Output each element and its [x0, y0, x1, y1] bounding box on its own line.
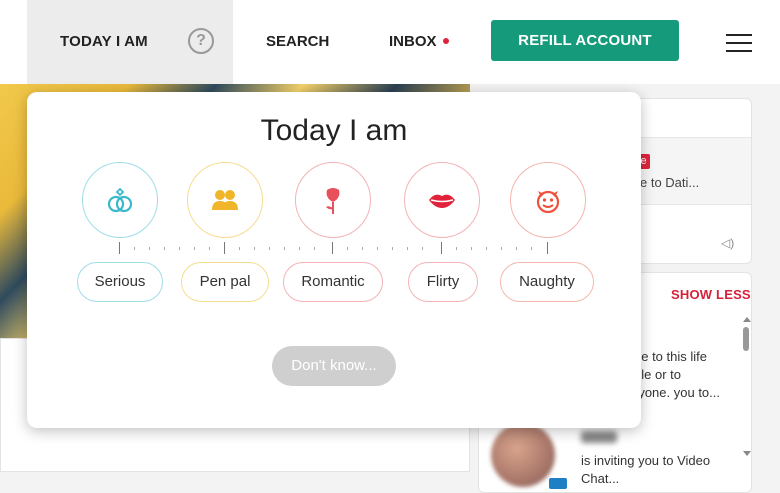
mood-naughty-button[interactable]: Naughty: [500, 262, 594, 302]
mood-serious-button[interactable]: Serious: [77, 262, 163, 302]
scale-minor-tick: [516, 247, 517, 250]
scale-minor-tick: [149, 247, 150, 250]
scale-major-tick: [547, 242, 548, 254]
nav-inbox-link[interactable]: INBOX: [389, 33, 437, 50]
refill-account-button[interactable]: REFILL ACCOUNT: [491, 20, 679, 61]
nav-today-i-am-label: TODAY I AM: [60, 33, 148, 50]
scale-minor-tick: [269, 247, 270, 250]
scale-minor-tick: [134, 247, 135, 250]
devil-icon: [536, 190, 560, 214]
scale-minor-tick: [392, 247, 393, 250]
lips-icon: [429, 194, 455, 208]
speaker-icon[interactable]: ◁): [721, 236, 734, 250]
notification-snippet: e to Dati...: [640, 175, 700, 190]
avatar[interactable]: [491, 423, 555, 487]
scroll-down-arrow-icon[interactable]: [743, 451, 751, 456]
scale-minor-tick: [362, 247, 363, 250]
nav-today-i-am[interactable]: TODAY I AM ?: [27, 0, 233, 84]
video-chat-invite-text: Chat...: [581, 471, 620, 486]
rings-icon: [107, 187, 133, 213]
mood-scale-slider[interactable]: [119, 240, 551, 254]
help-icon[interactable]: ?: [188, 28, 214, 54]
scale-minor-tick: [531, 247, 532, 250]
hamburger-menu-icon[interactable]: [726, 34, 752, 52]
scale-minor-tick: [314, 247, 315, 250]
sender-name-blurred: [581, 431, 617, 443]
scale-minor-tick: [194, 247, 195, 250]
scale-minor-tick: [407, 247, 408, 250]
scale-minor-tick: [347, 247, 348, 250]
scale-major-tick: [119, 242, 120, 254]
people-icon: [212, 190, 238, 210]
scale-minor-tick: [284, 247, 285, 250]
scroll-up-arrow-icon[interactable]: [743, 317, 751, 322]
scale-minor-tick: [299, 247, 300, 250]
scale-minor-tick: [209, 247, 210, 250]
mood-flirty-option[interactable]: [404, 162, 480, 238]
mood-naughty-option[interactable]: [510, 162, 586, 238]
scale-minor-tick: [239, 247, 240, 250]
show-less-link[interactable]: SHOW LESS: [671, 287, 751, 302]
scale-minor-tick: [471, 247, 472, 250]
scale-minor-tick: [179, 247, 180, 250]
mood-pen-pal-button[interactable]: Pen pal: [181, 262, 269, 302]
top-navigation-bar: TODAY I AM ? SEARCH INBOX REFILL ACCOUNT: [0, 0, 780, 84]
video-chat-invite-text: is inviting you to Video: [581, 453, 711, 468]
scale-minor-tick: [422, 247, 423, 250]
inbox-notification-dot: [443, 38, 449, 44]
video-camera-icon: [549, 478, 567, 489]
message-text-line: ne to this life: [634, 349, 707, 364]
mood-romantic-button[interactable]: Romantic: [283, 262, 383, 302]
scrollbar-thumb[interactable]: [743, 327, 749, 351]
mood-serious-option[interactable]: [82, 162, 158, 238]
modal-title: Today I am: [260, 114, 408, 147]
scale-major-tick: [332, 242, 333, 254]
rose-icon: [326, 188, 340, 214]
message-text-line: ryone. you to...: [634, 385, 720, 400]
scale-minor-tick: [377, 247, 378, 250]
scale-minor-tick: [164, 247, 165, 250]
mood-pen-pal-option[interactable]: [187, 162, 263, 238]
scale-minor-tick: [486, 247, 487, 250]
scale-major-tick: [224, 242, 225, 254]
scale-major-tick: [441, 242, 442, 254]
dont-know-button[interactable]: Don't know...: [272, 346, 396, 386]
scale-minor-tick: [501, 247, 502, 250]
mood-flirty-button[interactable]: Flirty: [408, 262, 478, 302]
scale-minor-tick: [254, 247, 255, 250]
today-i-am-modal: Today I am Serious Pen pal Romantic Flir…: [27, 92, 641, 428]
scale-minor-tick: [456, 247, 457, 250]
message-text-line: ble or to: [634, 367, 681, 382]
nav-search-link[interactable]: SEARCH: [266, 33, 329, 50]
mood-romantic-option[interactable]: [295, 162, 371, 238]
chat-scrollbar[interactable]: [741, 317, 751, 457]
